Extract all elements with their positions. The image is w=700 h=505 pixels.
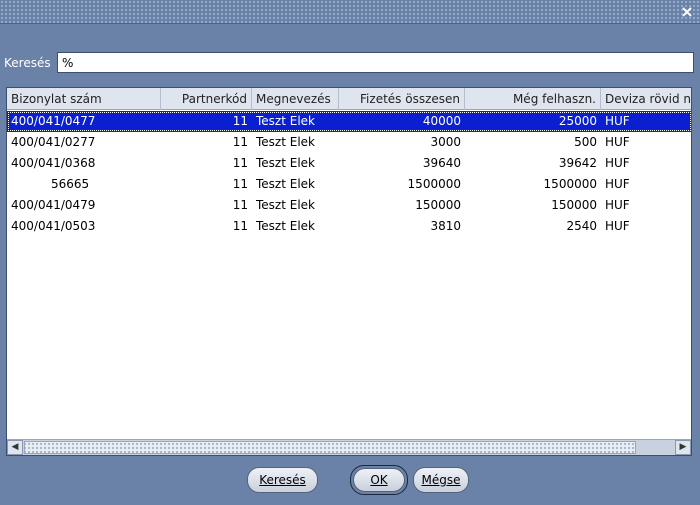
cell-name: Teszt Elek [256,114,315,128]
cell-currency: HUF [605,177,630,191]
cell-partner-code: 11 [232,177,248,191]
cell-name: Teszt Elek [256,219,315,233]
cell-name: Teszt Elek [256,177,315,191]
ok-button[interactable]: OK [353,468,405,492]
search-input[interactable] [57,52,694,73]
cell-currency: HUF [605,135,630,149]
cancel-button[interactable]: Mégse [413,467,469,493]
column-header-remaining[interactable]: Még felhaszn. [465,88,601,110]
cell-payment-total: 150000 [415,198,461,212]
table-row[interactable]: 400/041/0277 11 Teszt Elek 3000 500 HUF [7,132,691,153]
results-table: Bizonylat szám Partnerkód Megnevezés Fiz… [6,87,692,456]
cell-remaining: 150000 [551,198,597,212]
cell-document-number: 56665 [51,177,90,191]
cell-document-number: 400/041/0503 [11,219,96,233]
close-icon[interactable]: × [678,3,696,21]
ok-button-label: OK [370,473,388,487]
table-row[interactable]: 56665 11 Teszt Elek 1500000 1500000 HUF [7,174,691,195]
cell-partner-code: 11 [232,114,248,128]
cell-name: Teszt Elek [256,135,315,149]
cell-partner-code: 11 [232,219,248,233]
search-label: Keresés [4,56,51,70]
scroll-left-icon[interactable]: ◀ [7,440,23,455]
search-button-label: Keresés [259,473,306,487]
cell-remaining: 2540 [566,219,597,233]
cell-remaining: 1500000 [543,177,597,191]
scroll-right-icon[interactable]: ▶ [675,440,691,455]
horizontal-scrollbar[interactable]: ◀ ▶ [7,439,691,455]
search-button[interactable]: Keresés [247,467,318,493]
cell-document-number: 400/041/0477 [11,114,96,128]
column-header-payment-total[interactable]: Fizetés összesen [339,88,465,110]
cell-name: Teszt Elek [256,156,315,170]
column-header-partner-code[interactable]: Partnerkód [161,88,252,110]
cell-payment-total: 3810 [430,219,461,233]
cell-payment-total: 1500000 [407,177,461,191]
scrollbar-thumb[interactable] [24,441,636,454]
column-header-currency[interactable]: Deviza rövid n [601,88,691,110]
cell-payment-total: 3000 [430,135,461,149]
cell-currency: HUF [605,219,630,233]
table-row[interactable]: 400/041/0368 11 Teszt Elek 39640 39642 HUF [7,153,691,174]
cancel-button-label: Mégse [421,473,461,487]
cell-document-number: 400/041/0368 [11,156,96,170]
column-header-name[interactable]: Megnevezés [252,88,339,110]
table-row[interactable]: 400/041/0503 11 Teszt Elek 3810 2540 HUF [7,216,691,237]
cell-payment-total: 39640 [422,156,461,170]
cell-remaining: 39642 [558,156,597,170]
table-row[interactable]: 400/041/0479 11 Teszt Elek 150000 150000 HUF [7,195,691,216]
cell-payment-total: 40000 [422,114,461,128]
cell-remaining: 500 [574,135,597,149]
table-row[interactable]: 400/041/0477 11 Teszt Elek 40000 25000 HUF [7,111,691,132]
cell-partner-code: 11 [232,135,248,149]
cell-document-number: 400/041/0277 [11,135,96,149]
cell-partner-code: 11 [232,198,248,212]
table-header: Bizonylat szám Partnerkód Megnevezés Fiz… [7,88,691,110]
cell-partner-code: 11 [232,156,248,170]
cell-document-number: 400/041/0479 [11,198,96,212]
cell-currency: HUF [605,198,630,212]
cell-currency: HUF [605,156,630,170]
cell-currency: HUF [605,114,630,128]
cell-remaining: 25000 [558,114,597,128]
title-bar[interactable]: × [0,0,700,24]
cell-name: Teszt Elek [256,198,315,212]
list-of-values-dialog: × Keresés Bizonylat szám Partnerkód Megn… [0,0,700,505]
column-header-document-number[interactable]: Bizonylat szám [7,88,161,110]
